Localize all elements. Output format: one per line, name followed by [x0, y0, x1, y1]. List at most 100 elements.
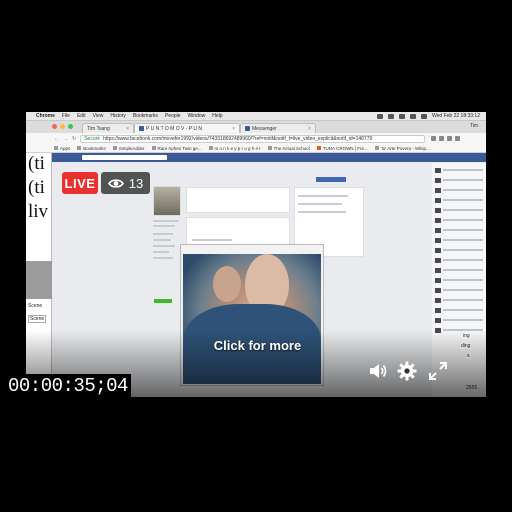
green-button[interactable]: [154, 299, 172, 303]
item-line: [443, 219, 483, 221]
list-item[interactable]: [435, 237, 483, 243]
url-input[interactable]: Secure https://www.facebook.com/movefer1…: [80, 134, 426, 143]
chrome-tab-strip: Tim Tsang × P U N T O M O V - P U N × Me…: [26, 121, 486, 133]
menu-edit[interactable]: Edit: [77, 113, 86, 119]
zoom-window-button[interactable]: [68, 124, 73, 129]
sidebar-line: [298, 211, 346, 213]
secure-label: Secure: [84, 135, 101, 142]
settings-icon[interactable]: [396, 360, 418, 382]
list-item[interactable]: [435, 307, 483, 313]
bookmark-arte-povera[interactable]: 'to' Arte Povera - Wikip...: [374, 145, 430, 151]
tab-puntomov[interactable]: P U N T O M O V - P U N ×: [134, 123, 240, 133]
minimize-window-button[interactable]: [60, 124, 65, 129]
click-for-more-text[interactable]: Click for more: [200, 338, 315, 353]
bookmark-monkey[interactable]: m o n k e y p r o g h e t: [208, 145, 261, 151]
bookmark-actual-school[interactable]: The Actual School: [267, 145, 310, 151]
wikipedia-icon: [374, 146, 379, 150]
menu-app-name[interactable]: Chrome: [36, 113, 55, 119]
extension-icon[interactable]: [447, 136, 453, 141]
bookmark-label: 'to' Arte Povera - Wikip...: [380, 145, 430, 151]
thumbnail: [435, 177, 441, 183]
menu-file[interactable]: File: [62, 113, 70, 119]
list-item[interactable]: [435, 287, 483, 293]
forward-icon[interactable]: →: [63, 136, 68, 142]
close-icon[interactable]: ×: [126, 126, 129, 132]
thumbnail: [435, 297, 441, 303]
close-window-button[interactable]: [52, 124, 57, 129]
volume-icon[interactable]: [367, 360, 389, 382]
menu-view[interactable]: View: [93, 113, 104, 119]
post-composer[interactable]: [186, 187, 290, 213]
bookmark-bookmarks[interactable]: Bookmarks: [77, 146, 106, 151]
back-icon[interactable]: ←: [54, 136, 59, 142]
bookmark-tuna[interactable]: TUNA CROWN | Fre...: [316, 146, 368, 151]
close-icon[interactable]: ×: [232, 126, 235, 132]
list-item[interactable]: [435, 167, 483, 173]
list-item[interactable]: [435, 207, 483, 213]
scene-label[interactable]: Scene: [28, 315, 47, 323]
wifi-icon[interactable]: [399, 113, 405, 119]
bookmark-label: The Actual School: [273, 145, 310, 151]
list-item[interactable]: [435, 317, 483, 323]
page-icon: [267, 146, 272, 150]
apps-icon: [54, 146, 58, 150]
thumbnail: [435, 207, 441, 213]
thumbnail: [435, 237, 441, 243]
tray-icon[interactable]: [377, 113, 383, 119]
avatar[interactable]: [153, 186, 181, 216]
close-icon[interactable]: ×: [308, 126, 311, 132]
timecode: 00:00:35;04: [5, 374, 131, 398]
address-bar-row: ← → ↻ Secure https://www.facebook.com/mo…: [26, 133, 486, 144]
blue-button[interactable]: [316, 177, 346, 182]
tray-icon[interactable]: [388, 113, 394, 119]
profile-button[interactable]: Tim: [470, 123, 478, 129]
tab-messenger[interactable]: Messenger ×: [240, 123, 316, 133]
bookmark-apps[interactable]: Apps: [54, 146, 70, 151]
list-item[interactable]: [435, 277, 483, 283]
post-text-line: [192, 239, 232, 241]
star-icon[interactable]: [431, 136, 437, 141]
list-item[interactable]: [435, 247, 483, 253]
list-item[interactable]: [435, 297, 483, 303]
bookmark-aphex[interactable]: Rare Aphex Twin ge...: [151, 145, 202, 151]
list-item[interactable]: [435, 217, 483, 223]
thumbnail: [435, 287, 441, 293]
page-icon: [151, 146, 156, 150]
list-item[interactable]: [435, 187, 483, 193]
menu-help[interactable]: Help: [212, 113, 222, 119]
list-item[interactable]: [435, 267, 483, 273]
bookmark-label: m o n k e y p r o g h e t: [214, 145, 261, 151]
profile-name-line: [153, 220, 179, 222]
list-item[interactable]: [435, 227, 483, 233]
menu-icon[interactable]: [455, 136, 461, 141]
list-item[interactable]: [435, 257, 483, 263]
list-item[interactable]: [435, 177, 483, 183]
item-line: [443, 169, 483, 171]
person-background: [213, 266, 241, 302]
list-item[interactable]: [435, 197, 483, 203]
fullscreen-icon[interactable]: [427, 360, 449, 382]
nav-line: [153, 251, 169, 253]
extension-icon[interactable]: [439, 136, 445, 141]
search-input[interactable]: [82, 155, 167, 160]
grey-panel: [26, 261, 52, 299]
menu-bar-tray: Wed Feb 22 18:33:12: [377, 113, 486, 119]
bookmark-label: Rare Aphex Twin ge...: [157, 145, 202, 151]
url-text: https://www.facebook.com/movefer1992/vid…: [103, 135, 373, 142]
menu-history[interactable]: History: [110, 113, 126, 119]
item-line: [443, 289, 483, 291]
bookmark-simpleadder[interactable]: SimpleAdder: [112, 146, 145, 151]
menu-bookmarks[interactable]: Bookmarks: [133, 113, 158, 119]
facebook-header: [52, 153, 486, 162]
tab-tim-tsang[interactable]: Tim Tsang ×: [82, 123, 134, 133]
partial-text-line: (ti: [28, 153, 45, 174]
reload-icon[interactable]: ↻: [72, 136, 76, 142]
thumbnail: [435, 267, 441, 273]
menu-clock[interactable]: Wed Feb 22 18:33:12: [432, 113, 480, 119]
volume-tray-icon[interactable]: [410, 113, 416, 119]
nav-line: [153, 233, 173, 235]
menu-people[interactable]: People: [165, 113, 181, 119]
battery-icon[interactable]: [421, 113, 427, 119]
menu-window[interactable]: Window: [188, 113, 206, 119]
item-line: [443, 179, 483, 181]
